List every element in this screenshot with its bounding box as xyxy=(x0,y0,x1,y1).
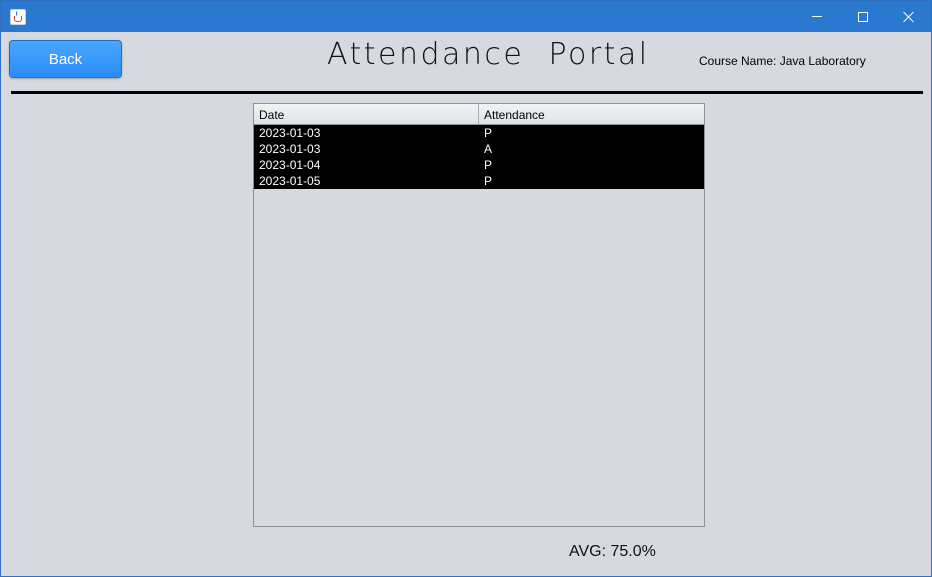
cell-attendance: P xyxy=(484,158,493,172)
cell-date: 2023-01-03 xyxy=(259,126,321,140)
cell-attendance: P xyxy=(484,174,493,188)
column-header-date[interactable]: Date xyxy=(254,104,479,125)
cell-date: 2023-01-05 xyxy=(259,174,321,188)
close-icon xyxy=(903,11,915,23)
cell-date: 2023-01-04 xyxy=(259,158,321,172)
table-row[interactable]: 2023-01-03 P xyxy=(254,125,704,141)
table-row[interactable]: 2023-01-04 P xyxy=(254,157,704,173)
table-row[interactable]: 2023-01-05 P xyxy=(254,173,704,189)
header-divider xyxy=(11,91,923,94)
table-body: 2023-01-03 P 2023-01-03 A 2023-01-04 P 2… xyxy=(254,125,704,189)
maximize-icon xyxy=(858,11,868,22)
minimize-icon xyxy=(812,16,822,17)
close-button[interactable] xyxy=(886,1,932,32)
cell-attendance: A xyxy=(484,142,493,156)
table-header: Date Attendance xyxy=(254,104,704,125)
cell-date: 2023-01-03 xyxy=(259,142,321,156)
course-name-label: Course Name: Java Laboratory xyxy=(699,54,866,68)
table-row[interactable]: 2023-01-03 A xyxy=(254,141,704,157)
back-button[interactable]: Back xyxy=(9,40,122,78)
maximize-button[interactable] xyxy=(840,1,886,32)
java-app-icon xyxy=(10,9,26,25)
column-header-attendance[interactable]: Attendance xyxy=(479,104,704,125)
minimize-button[interactable] xyxy=(794,1,840,32)
app-window: Back Attendance Portal Course Name: Java… xyxy=(0,0,932,577)
title-bar[interactable] xyxy=(1,1,931,32)
page-title: Attendance Portal xyxy=(327,37,650,72)
attendance-average: AVG: 75.0% xyxy=(569,543,656,560)
cell-attendance: P xyxy=(484,126,493,140)
attendance-table[interactable]: Date Attendance 2023-01-03 P 2023-01-03 … xyxy=(253,103,705,527)
